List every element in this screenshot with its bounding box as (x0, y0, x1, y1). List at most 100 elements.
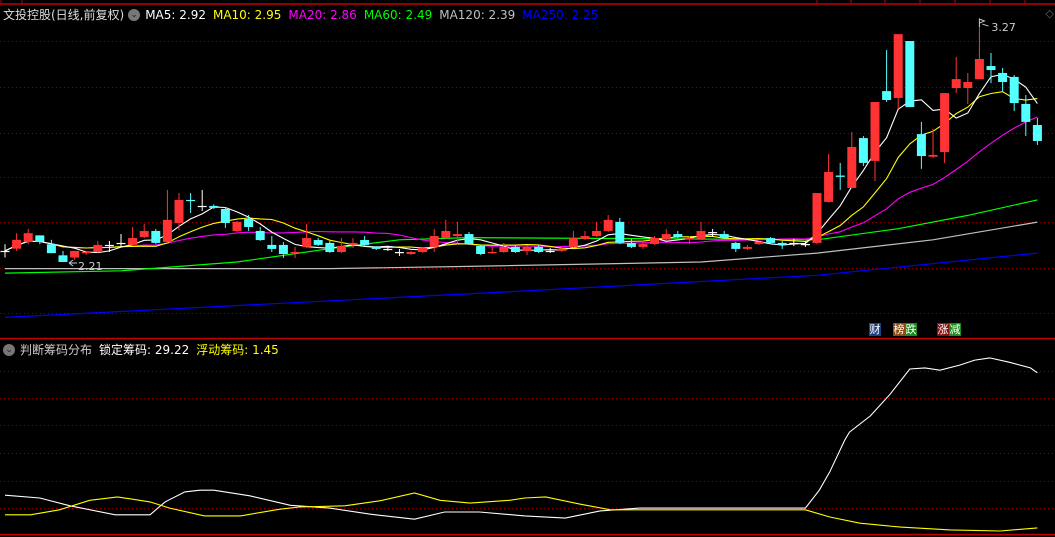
candle-body (592, 230, 602, 237)
candle[interactable] (58, 250, 68, 262)
candle[interactable] (708, 228, 718, 237)
candle[interactable] (916, 121, 926, 169)
badge-fall[interactable]: 跌 (905, 323, 917, 336)
candle[interactable] (835, 162, 845, 190)
candle[interactable] (220, 207, 230, 228)
candle[interactable] (592, 221, 602, 237)
badge-reduce[interactable]: 减 (949, 323, 961, 336)
candle[interactable] (998, 68, 1008, 92)
candle[interactable] (940, 93, 950, 163)
candle[interactable] (499, 242, 509, 253)
candle[interactable] (882, 50, 892, 102)
candle[interactable] (650, 236, 660, 245)
candle-body (360, 240, 370, 245)
candle[interactable] (406, 250, 416, 255)
badge-rise[interactable]: 涨 (937, 323, 949, 336)
candle[interactable] (824, 154, 834, 203)
candle[interactable] (522, 246, 532, 255)
candle[interactable] (1021, 95, 1031, 137)
badge-rank[interactable]: 榜 (893, 323, 905, 336)
candle[interactable] (870, 101, 880, 182)
candle[interactable] (731, 242, 741, 253)
candle[interactable] (290, 246, 300, 258)
candle-body (93, 244, 103, 253)
candle[interactable] (1032, 117, 1042, 145)
candle[interactable] (464, 232, 474, 245)
candle[interactable] (777, 240, 787, 249)
candle[interactable] (313, 238, 323, 247)
candle-body (963, 82, 973, 88)
diamond-icon[interactable]: ◇ (1046, 7, 1054, 20)
candle[interactable] (615, 217, 625, 245)
candle[interactable] (580, 230, 590, 241)
candle[interactable] (336, 238, 346, 253)
candle-body (951, 79, 961, 88)
candle-body (209, 205, 219, 208)
badge-finance[interactable]: 财 (869, 323, 881, 336)
candle[interactable] (93, 240, 103, 253)
candle-body (394, 252, 404, 254)
candle-body (638, 244, 648, 247)
candle[interactable] (35, 235, 45, 245)
candle[interactable] (812, 193, 822, 245)
stock-title[interactable]: 文投控股(日线,前复权) (3, 6, 124, 23)
chevron-down-icon[interactable]: ⌄ (128, 8, 141, 21)
candle[interactable] (394, 248, 404, 256)
candle[interactable] (487, 246, 497, 255)
candles[interactable] (0, 27, 1042, 262)
candle[interactable] (951, 56, 961, 94)
stock-chart[interactable]: 3.27 2.21 (0, 0, 1055, 537)
candle[interactable] (23, 228, 33, 245)
candle[interactable] (128, 226, 138, 247)
candle[interactable] (302, 223, 312, 249)
candle[interactable] (186, 193, 196, 213)
candle[interactable] (696, 221, 706, 241)
candle[interactable] (197, 189, 207, 212)
candle[interactable] (742, 244, 752, 251)
candle[interactable] (360, 236, 370, 247)
candle[interactable] (151, 228, 161, 245)
candle[interactable] (476, 244, 486, 255)
candle[interactable] (255, 226, 265, 241)
candle[interactable] (1009, 74, 1019, 112)
candle[interactable] (545, 248, 555, 253)
candle-body (998, 72, 1008, 83)
candle-body (789, 242, 799, 245)
candle[interactable] (661, 228, 671, 241)
chevron-down-icon[interactable]: ⌄ (3, 343, 15, 356)
ma60-legend: MA60: 2.49 (363, 7, 433, 22)
candle[interactable] (139, 223, 149, 239)
candle[interactable] (986, 52, 996, 84)
candle[interactable] (162, 189, 172, 243)
candle[interactable] (974, 27, 984, 80)
candle-body (534, 246, 544, 253)
candle[interactable] (244, 214, 254, 231)
candle[interactable] (847, 132, 857, 188)
candle[interactable] (116, 234, 126, 247)
candle[interactable] (893, 34, 903, 110)
indicator-title[interactable]: 判断筹码分布 (20, 341, 92, 358)
candle[interactable] (267, 236, 277, 253)
candle[interactable] (963, 72, 973, 104)
candle[interactable] (568, 230, 578, 249)
candle[interactable] (719, 230, 729, 239)
candle[interactable] (905, 41, 915, 108)
candle[interactable] (70, 250, 80, 260)
candle[interactable] (626, 238, 636, 249)
candle-body (847, 146, 857, 188)
candle-body (58, 255, 68, 262)
candle-body (128, 238, 138, 245)
candle-body (893, 34, 903, 98)
candle[interactable] (0, 244, 10, 258)
candle-body (696, 230, 706, 239)
candle[interactable] (603, 214, 613, 233)
candle-body (116, 242, 126, 245)
candle[interactable] (46, 239, 56, 254)
candle[interactable] (858, 136, 868, 167)
moving-average-lines (4, 73, 1038, 318)
candle-body (139, 230, 149, 237)
candle-body (81, 252, 91, 254)
candle[interactable] (232, 220, 242, 233)
candle[interactable] (12, 233, 22, 251)
candle[interactable] (325, 240, 335, 253)
